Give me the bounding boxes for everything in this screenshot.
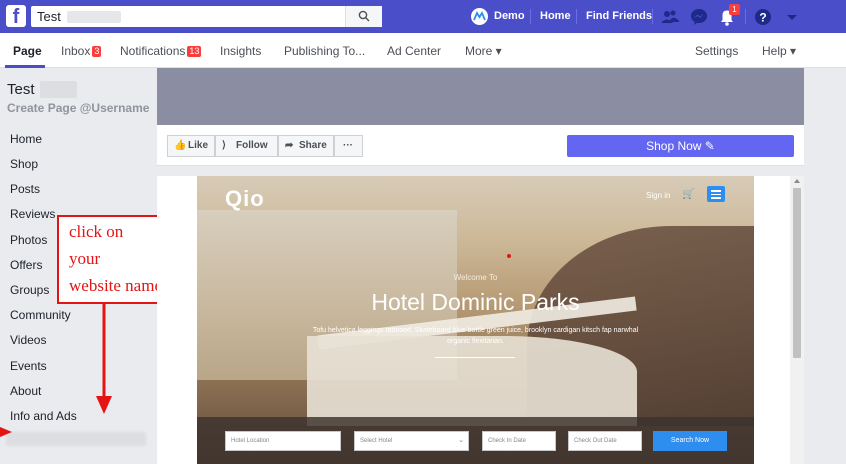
annotation-callout: click on your website name [57, 215, 167, 304]
search-box[interactable]: Test [31, 6, 382, 27]
hero-terrace [307, 336, 637, 426]
hotel-location-input[interactable]: Hotel Location [225, 431, 341, 451]
divider [576, 9, 577, 24]
tab-more[interactable]: More ▾ [465, 44, 502, 58]
page-actions-bar: 👍 Like ⟩ Follow ➦ Share ··· Shop Now ✎ [157, 125, 804, 166]
cover-photo[interactable] [157, 68, 804, 125]
select-hotel-value: Select Hotel [360, 438, 393, 444]
hero-welcome: Welcome To [453, 273, 498, 282]
tab-insights[interactable]: Insights [220, 44, 261, 58]
home-link[interactable]: Home [540, 10, 571, 22]
annotation-line: your [69, 249, 101, 268]
scroll-up-arrow-icon[interactable] [794, 179, 800, 183]
tab-inbox-label: Inbox [61, 44, 91, 58]
sidebar-item-videos[interactable]: Videos [10, 333, 46, 347]
active-tab-indicator [5, 65, 45, 68]
tab-page[interactable]: Page [13, 44, 42, 58]
hero-divider [435, 357, 515, 358]
share-label: Share [299, 140, 327, 151]
tab-notifications-label: Notifications [120, 44, 186, 58]
facebook-logo-icon[interactable]: f [6, 5, 26, 27]
divider [652, 9, 653, 24]
tab-publishing-tools[interactable]: Publishing To... [284, 44, 365, 58]
help-icon[interactable]: ? [753, 7, 773, 27]
preview-scrollbar[interactable] [790, 176, 804, 464]
hero-description: Tofu helvetica leggings tattooed. Skateb… [312, 327, 639, 345]
sidebar-item-website-blurred[interactable] [6, 432, 146, 446]
messenger-icon[interactable] [689, 7, 709, 27]
follow-label: Follow [236, 140, 268, 151]
thumbs-up-icon: 👍 [174, 140, 187, 151]
search-blurred-text [67, 11, 121, 23]
chevron-down-icon: ⌄ [458, 437, 464, 444]
check-out-date-input[interactable]: Check Out Date [568, 431, 642, 451]
shop-now-button[interactable]: Shop Now ✎ [567, 135, 794, 157]
check-in-date-input[interactable]: Check In Date [482, 431, 556, 451]
cursor-dot [507, 254, 511, 258]
search-input[interactable]: Test [37, 9, 61, 24]
more-options-button[interactable]: ··· [334, 135, 363, 157]
friend-requests-icon[interactable] [660, 7, 680, 27]
annotation-arrow-down-icon [96, 302, 112, 414]
annotation-line: click on [69, 222, 124, 241]
select-hotel-dropdown[interactable]: Select Hotel ⌄ [354, 431, 469, 451]
search-button[interactable] [345, 6, 382, 27]
tab-notifications[interactable]: Notifications 13 [120, 44, 202, 58]
tab-settings[interactable]: Settings [695, 44, 738, 58]
divider [745, 9, 746, 24]
sidebar-item-shop[interactable]: Shop [10, 157, 38, 171]
hero-title: Hotel Dominic Parks [371, 289, 580, 315]
sidebar-item-home[interactable]: Home [10, 132, 42, 146]
sidebar-item-groups[interactable]: Groups [10, 283, 49, 297]
sidebar-item-posts[interactable]: Posts [10, 182, 40, 196]
tab-inbox[interactable]: Inbox 3 [61, 44, 102, 58]
share-button[interactable]: ➦ Share [278, 135, 334, 157]
divider [530, 9, 531, 24]
sidebar-item-community[interactable]: Community [10, 308, 71, 322]
page-title[interactable]: Test [7, 81, 35, 98]
sidebar-item-about[interactable]: About [10, 384, 41, 398]
site-signin-link[interactable]: Sign in [646, 191, 670, 200]
page-nav: Page Inbox 3 Notifications 13 Insights Pub… [0, 33, 846, 68]
sidebar-item-photos[interactable]: Photos [10, 233, 47, 247]
rss-icon: ⟩ [222, 140, 226, 151]
scroll-thumb[interactable] [793, 188, 801, 358]
website-preview: Qio Sign in 🛒 Welcome To Hotel Dominic P… [157, 176, 804, 464]
share-arrow-icon: ➦ [285, 140, 294, 151]
user-avatar[interactable] [471, 8, 488, 25]
annotation-arrow-right-icon [0, 427, 12, 437]
user-name-link[interactable]: Demo [494, 10, 525, 22]
svg-text:?: ? [759, 11, 766, 25]
sidebar-item-events[interactable]: Events [10, 359, 47, 373]
follow-button[interactable]: ⟩ Follow [215, 135, 278, 157]
hamburger-menu-icon[interactable] [707, 186, 725, 202]
page-title-blurred [40, 81, 77, 98]
create-username-link[interactable]: Create Page @Username [7, 101, 149, 115]
sidebar-item-offers[interactable]: Offers [10, 258, 42, 272]
tab-help[interactable]: Help ▾ [762, 44, 796, 58]
search-icon [358, 10, 370, 22]
find-friends-link[interactable]: Find Friends [586, 10, 652, 22]
hero-image: Qio Sign in 🛒 Welcome To Hotel Dominic P… [197, 176, 754, 464]
inbox-count-badge: 3 [92, 46, 102, 57]
notifications-count-badge: 1 [729, 4, 740, 15]
cart-icon[interactable]: 🛒 [682, 189, 694, 200]
notifications-tab-count-badge: 13 [187, 46, 202, 57]
sidebar-item-reviews[interactable]: Reviews [10, 207, 55, 221]
site-logo[interactable]: Qio [225, 186, 265, 212]
like-button[interactable]: 👍 Like [167, 135, 215, 157]
like-label: Like [188, 140, 209, 151]
account-menu-chevron-icon[interactable] [782, 7, 802, 27]
tab-ad-center[interactable]: Ad Center [387, 44, 441, 58]
sidebar-item-info-and-ads[interactable]: Info and Ads [10, 409, 77, 423]
search-now-button[interactable]: Search Now [653, 431, 727, 451]
annotation-line: website name [69, 276, 162, 295]
top-bar: f Test Demo Home Find Friends 1 ? [0, 0, 846, 33]
